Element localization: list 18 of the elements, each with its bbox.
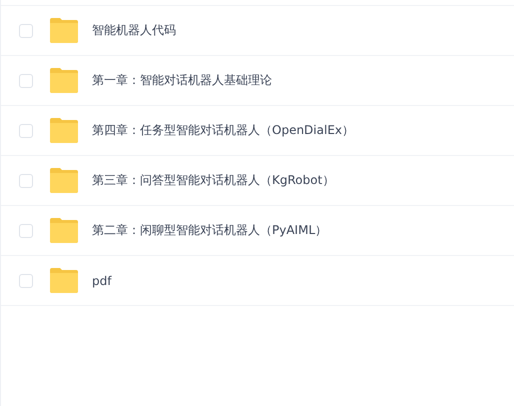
folder-name[interactable]: 第一章：智能对话机器人基础理论 <box>92 72 272 89</box>
folder-icon <box>49 168 79 193</box>
checkbox[interactable] <box>19 74 33 88</box>
folder-icon <box>49 118 79 143</box>
folder-icon <box>49 68 79 93</box>
folder-icon <box>49 268 79 293</box>
checkbox[interactable] <box>19 24 33 38</box>
folder-icon <box>49 18 79 43</box>
checkbox[interactable] <box>19 274 33 288</box>
folder-name[interactable]: 第三章：问答型智能对话机器人（KgRobot） <box>92 172 334 189</box>
checkbox[interactable] <box>19 174 33 188</box>
folder-name[interactable]: 第四章：任务型智能对话机器人（OpenDialEx） <box>92 122 354 139</box>
folder-name[interactable]: 第二章：闲聊型智能对话机器人（PyAIML） <box>92 222 328 239</box>
folder-name[interactable]: 智能机器人代码 <box>92 22 176 39</box>
folder-name[interactable]: pdf <box>92 274 112 288</box>
folder-icon <box>49 218 79 243</box>
checkbox[interactable] <box>19 124 33 138</box>
checkbox[interactable] <box>19 224 33 238</box>
